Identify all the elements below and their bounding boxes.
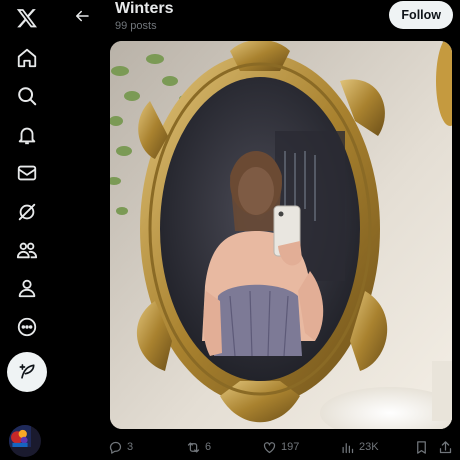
post-count: 99 posts <box>115 20 157 32</box>
avatar[interactable] <box>9 425 41 457</box>
profile-icon[interactable] <box>7 270 47 306</box>
repost-icon <box>187 442 200 452</box>
heart-icon <box>263 441 276 453</box>
post-actions: 3 6 197 23K <box>108 436 458 458</box>
sidebar-nav <box>0 0 54 460</box>
views-icon <box>342 442 354 453</box>
like-button[interactable]: 197 <box>262 436 299 458</box>
x-logo-icon[interactable] <box>7 0 47 36</box>
more-icon[interactable] <box>7 309 47 345</box>
views-button[interactable]: 23K <box>340 436 379 458</box>
repost-count: 6 <box>205 441 212 453</box>
bookmark-icon <box>417 440 426 454</box>
communities-icon[interactable] <box>7 232 47 268</box>
grok-icon[interactable] <box>7 194 47 230</box>
arrow-left-icon <box>76 10 89 22</box>
page-header: Winters 99 posts Follow <box>60 0 460 40</box>
post-image[interactable] <box>110 41 452 429</box>
mail-icon[interactable] <box>7 155 47 191</box>
reply-count: 3 <box>127 441 134 453</box>
reply-icon <box>109 441 122 454</box>
mirror-selfie-photo <box>110 41 452 429</box>
page-title: Winters <box>115 0 174 17</box>
compose-button[interactable] <box>7 352 47 392</box>
bell-icon[interactable] <box>7 117 47 153</box>
home-icon[interactable] <box>7 40 47 76</box>
like-count: 197 <box>281 441 300 453</box>
share-icon <box>439 440 452 453</box>
share-button[interactable] <box>438 436 453 458</box>
repost-button[interactable]: 6 <box>186 436 211 458</box>
view-count: 23K <box>359 441 379 453</box>
compose-icon <box>19 364 35 379</box>
search-icon[interactable] <box>7 78 47 114</box>
follow-button[interactable]: Follow <box>389 1 453 29</box>
bookmark-button[interactable] <box>414 436 429 458</box>
reply-button[interactable]: 3 <box>108 436 133 458</box>
back-button[interactable] <box>68 4 96 28</box>
